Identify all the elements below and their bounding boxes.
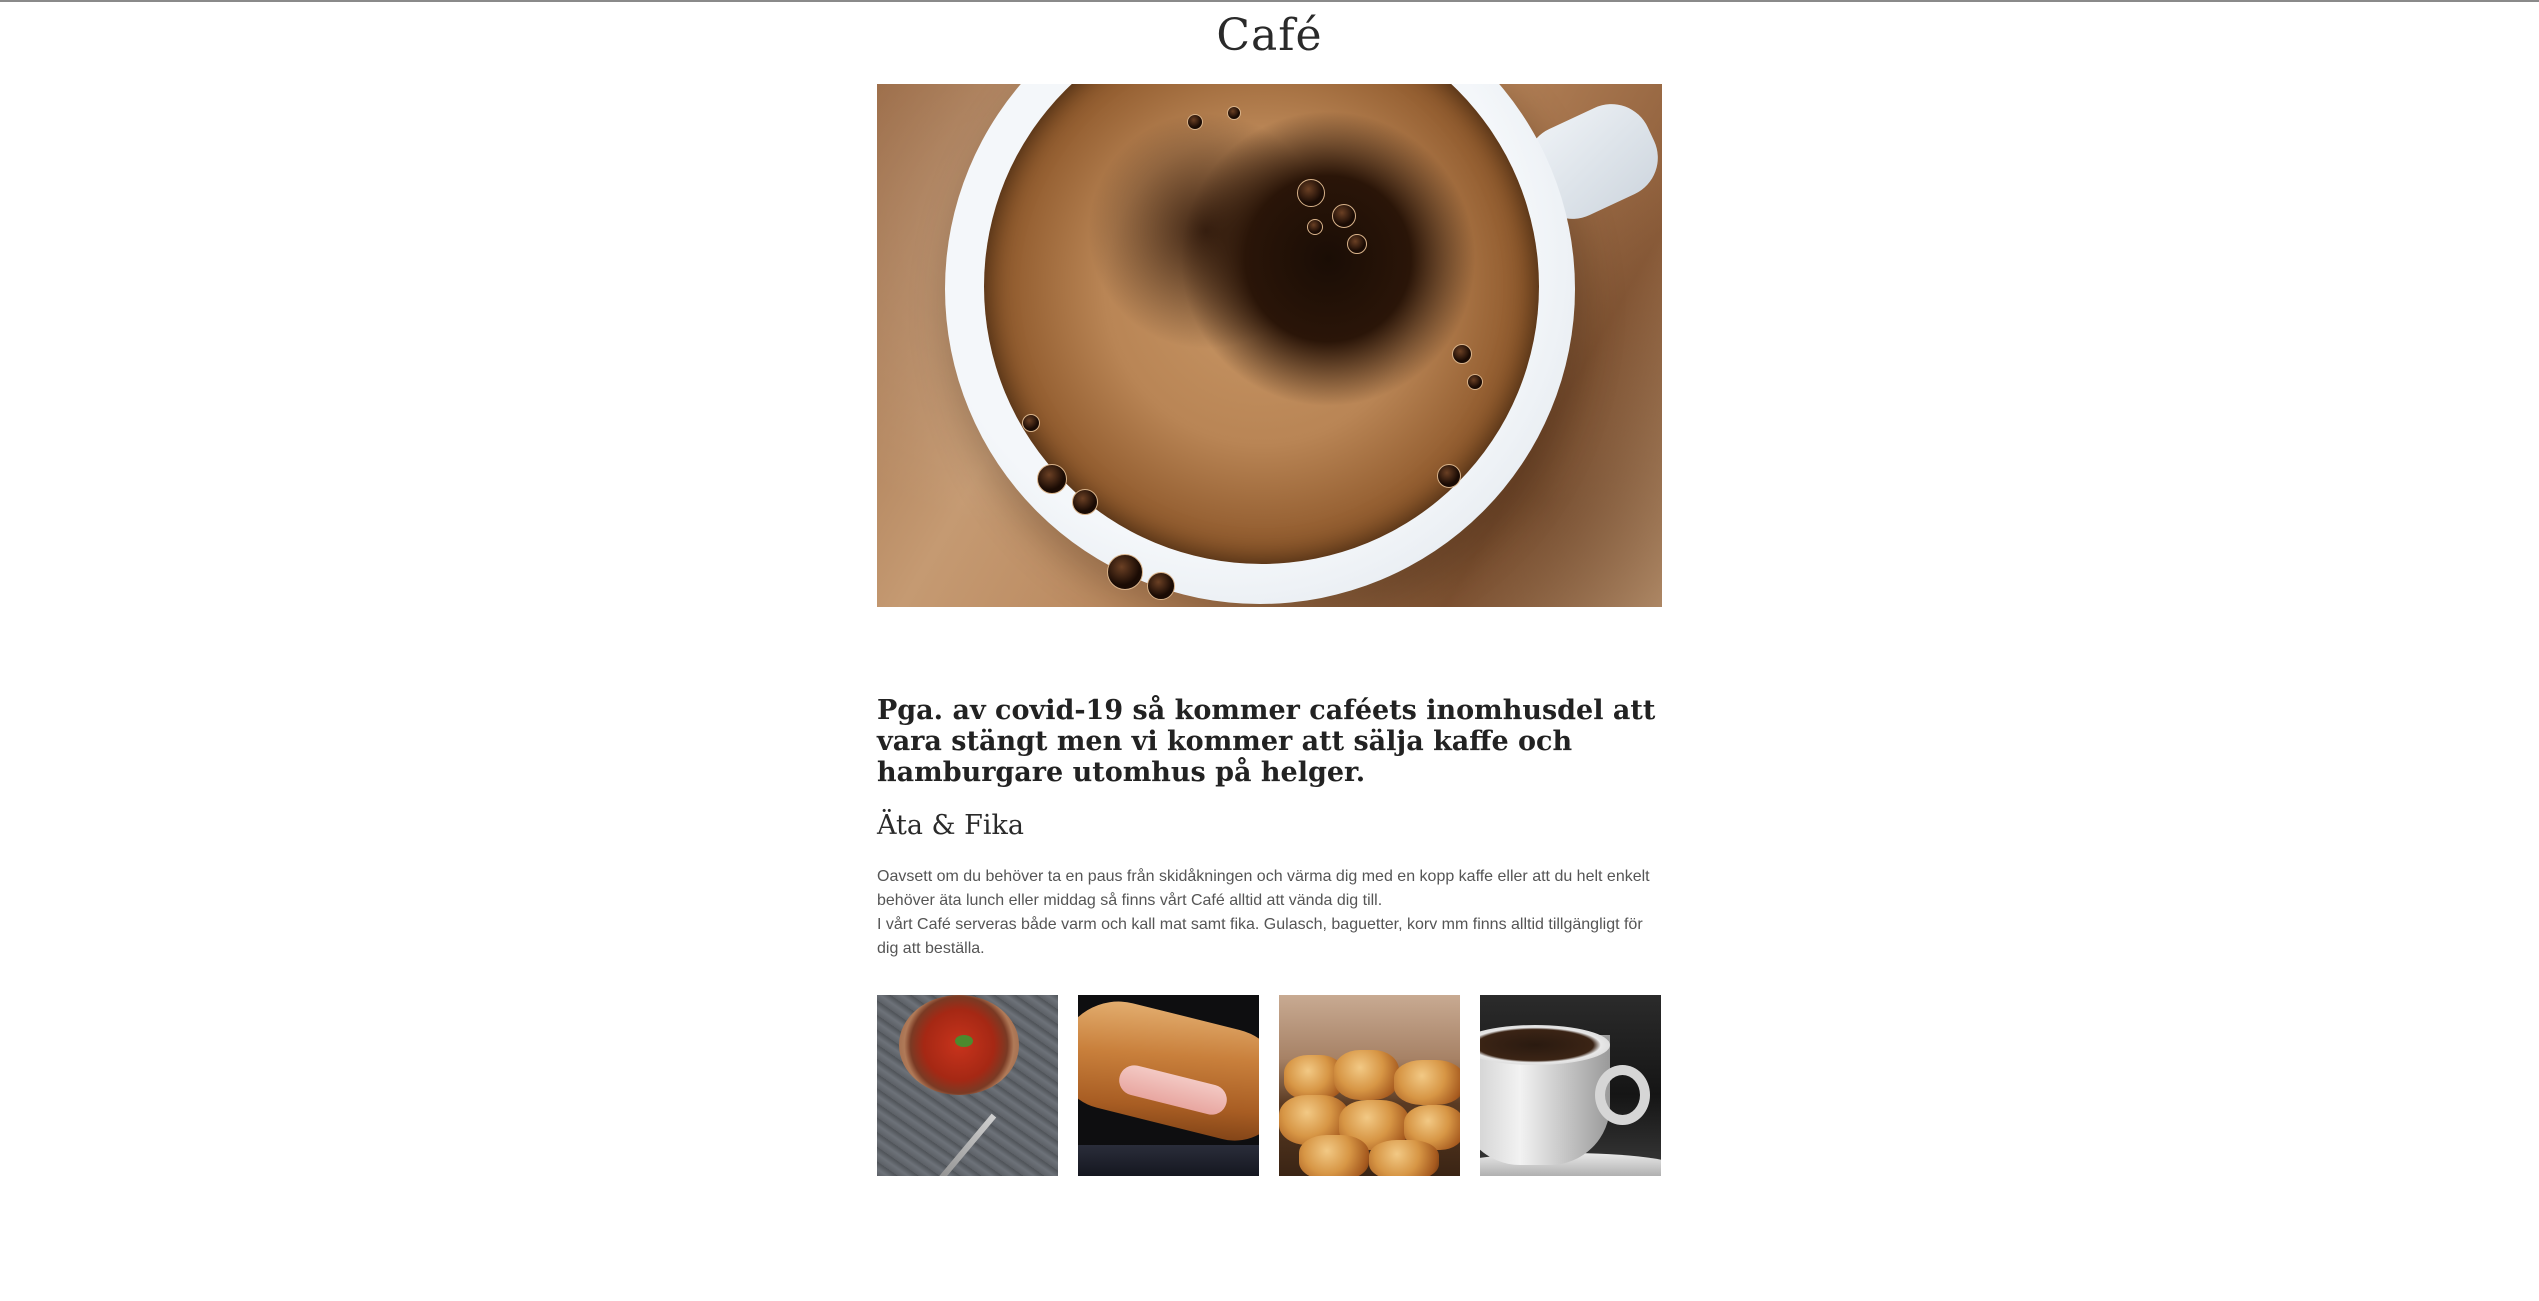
bubble bbox=[1187, 114, 1203, 130]
bubble bbox=[1022, 414, 1040, 432]
pastry bbox=[1369, 1140, 1439, 1176]
gulasch-soup-photo[interactable] bbox=[877, 995, 1058, 1176]
bubble bbox=[1437, 464, 1461, 488]
bubble bbox=[1297, 179, 1325, 207]
page-title: Café bbox=[1216, 10, 1323, 61]
page: Café Pga. av covid-19 så kommer caféets … bbox=[0, 2, 2539, 1301]
bubble bbox=[1332, 204, 1356, 228]
bubble bbox=[1307, 219, 1323, 235]
napkin bbox=[1078, 1145, 1259, 1176]
main-content: Pga. av covid-19 så kommer caféets inomh… bbox=[877, 84, 1662, 1176]
bubble bbox=[1107, 554, 1143, 590]
body-paragraph: I vårt Café serveras både varm och kall … bbox=[877, 916, 1643, 957]
herb-garnish bbox=[955, 1035, 973, 1047]
pastries-photo[interactable] bbox=[1279, 995, 1460, 1176]
fork bbox=[933, 1113, 997, 1176]
bubble bbox=[1072, 489, 1098, 515]
baguette-photo[interactable] bbox=[1078, 995, 1259, 1176]
bubble bbox=[1467, 374, 1483, 390]
pastry bbox=[1334, 1050, 1399, 1100]
pastry bbox=[1394, 1060, 1460, 1105]
cup-handle bbox=[1595, 1065, 1650, 1125]
bubble bbox=[1227, 106, 1241, 120]
bubble bbox=[1452, 344, 1472, 364]
image-gallery bbox=[877, 995, 1662, 1176]
pastry bbox=[1299, 1135, 1369, 1176]
bubble bbox=[1037, 464, 1067, 494]
covid-notice: Pga. av covid-19 så kommer caféets inomh… bbox=[877, 695, 1656, 788]
bubble bbox=[1147, 572, 1175, 600]
section-body: Oavsett om du behöver ta en paus från sk… bbox=[877, 865, 1662, 961]
bubble bbox=[1347, 234, 1367, 254]
coffee-cup-photo[interactable] bbox=[1480, 995, 1661, 1176]
body-paragraph: Oavsett om du behöver ta en paus från sk… bbox=[877, 868, 1650, 909]
hero-image bbox=[877, 84, 1662, 607]
section-heading: Äta & Fika bbox=[877, 810, 1024, 841]
